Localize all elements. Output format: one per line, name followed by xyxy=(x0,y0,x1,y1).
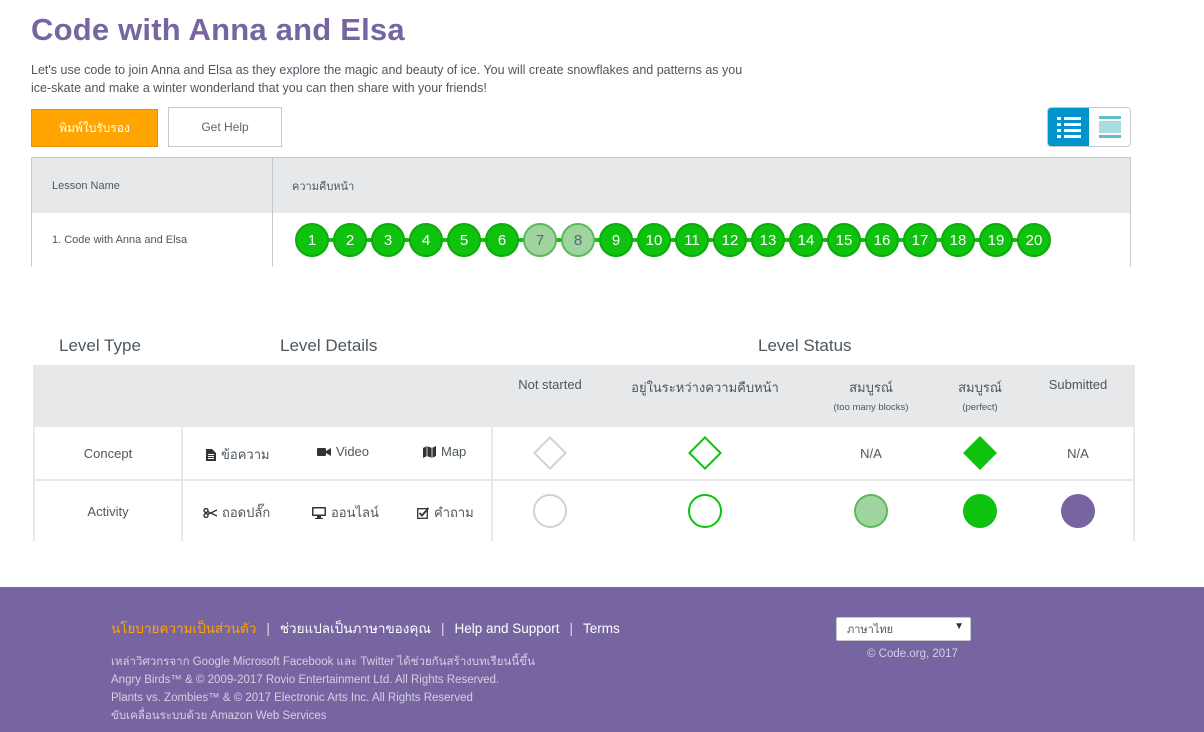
circle-in-progress-icon xyxy=(688,494,722,528)
get-help-button[interactable]: Get Help xyxy=(168,107,282,147)
status-not-started-header: Not started xyxy=(518,377,582,392)
level-bubble-11[interactable]: 11 xyxy=(675,223,709,257)
course-description: Let's use code to join Anna and Elsa as … xyxy=(31,63,743,95)
detail-view-icon xyxy=(1098,116,1121,138)
activity-label: Activity xyxy=(87,503,129,519)
status-in-progress-header: อยู่ในระหว่างความคืบหน้า xyxy=(631,380,779,395)
level-bubble-15[interactable]: 15 xyxy=(827,223,861,257)
legend-heading-details: Level Details xyxy=(280,336,378,355)
diamond-in-progress-icon xyxy=(688,436,722,470)
level-bubble-9[interactable]: 9 xyxy=(599,223,633,257)
level-bubble-8[interactable]: 8 xyxy=(561,223,595,257)
detail-text: ข้อความ xyxy=(206,444,270,465)
concept-label: Concept xyxy=(83,445,133,461)
map-icon xyxy=(423,445,436,458)
desktop-icon xyxy=(312,506,326,519)
lesson-row: 1. Code with Anna and Elsa 1 2 3 4 5 6 7 8 9 10 11… xyxy=(32,213,1130,267)
language-select[interactable]: ภาษาไทย ▼ xyxy=(836,617,971,641)
page-title: Code with Anna and Elsa xyxy=(31,12,405,47)
status-submitted-header: Submitted xyxy=(1048,377,1108,392)
detail-map: Map xyxy=(423,444,466,459)
diamond-not-started-icon xyxy=(533,436,567,470)
view-toggle xyxy=(1047,107,1131,147)
concept-in-progress xyxy=(607,427,803,479)
progress-table: Lesson Name ความคืบหน้า 1. Code with Ann… xyxy=(31,157,1131,267)
circle-too-many-icon xyxy=(854,494,888,528)
chevron-down-icon: ▼ xyxy=(954,621,964,632)
detail-view-button[interactable] xyxy=(1089,108,1130,146)
progress-header: ความคืบหน้า xyxy=(292,180,355,193)
circle-submitted-icon xyxy=(1061,494,1095,528)
level-bubble-19[interactable]: 19 xyxy=(979,223,1013,257)
lesson-name-header: Lesson Name xyxy=(32,158,273,213)
level-bubble-14[interactable]: 14 xyxy=(789,223,823,257)
legend-heading-status: Level Status xyxy=(758,336,852,355)
activity-in-progress xyxy=(607,481,803,541)
privacy-link[interactable]: นโยบายความเป็นส่วนตัว xyxy=(111,617,256,639)
translate-link[interactable]: ช่วยแปลเป็นภาษาของคุณ xyxy=(280,617,431,639)
footer: นโยบายความเป็นส่วนตัว | ช่วยแปลเป็นภาษาข… xyxy=(0,587,1204,732)
level-bubble-1[interactable]: 1 xyxy=(295,223,329,257)
level-bubble-4[interactable]: 4 xyxy=(409,223,443,257)
lesson-progress: 1 2 3 4 5 6 7 8 9 10 11 12 13 14 15 16 17 18 19 20 xyxy=(273,213,1130,267)
activity-not-started xyxy=(493,481,607,541)
level-bubble-18[interactable]: 18 xyxy=(941,223,975,257)
detail-online: ออนไลน์ xyxy=(312,502,379,523)
level-bubble-16[interactable]: 16 xyxy=(865,223,899,257)
concept-submitted: N/A xyxy=(1067,445,1089,461)
detail-video: Video xyxy=(317,444,369,459)
detail-unplugged: ถอดปลั๊ก xyxy=(203,502,270,523)
concept-too-many: N/A xyxy=(860,445,882,461)
help-support-link[interactable]: Help and Support xyxy=(454,621,559,636)
legend-table: Not started อยู่ในระหว่างความคืบหน้า สมบ… xyxy=(33,365,1135,541)
legend-heading-type: Level Type xyxy=(59,336,141,355)
circle-not-started-icon xyxy=(533,494,567,528)
concept-not-started xyxy=(493,427,607,479)
video-camera-icon xyxy=(317,447,331,456)
level-bubble-7[interactable]: 7 xyxy=(523,223,557,257)
document-icon xyxy=(206,448,216,461)
status-perfect-header: สมบูรณ์ (perfect) xyxy=(958,380,1002,413)
scissors-icon xyxy=(203,507,217,518)
legend-row-activity: Activity ถอดปลั๊ก ออนไลน์ คำถาม xyxy=(35,479,1133,541)
footer-links: นโยบายความเป็นส่วนตัว | ช่วยแปลเป็นภาษาข… xyxy=(111,617,620,639)
level-bubble-3[interactable]: 3 xyxy=(371,223,405,257)
circle-perfect-icon xyxy=(963,494,997,528)
legend-row-concept: Concept ข้อความ Video Map N/A N/A xyxy=(35,425,1133,479)
concept-perfect xyxy=(939,427,1021,479)
level-bubble-13[interactable]: 13 xyxy=(751,223,785,257)
level-bubble-6[interactable]: 6 xyxy=(485,223,519,257)
checkbox-icon xyxy=(417,506,429,519)
level-bubble-10[interactable]: 10 xyxy=(637,223,671,257)
detail-question: คำถาม xyxy=(417,502,474,523)
list-view-icon xyxy=(1056,117,1081,138)
copyright: © Code.org, 2017 xyxy=(867,648,958,660)
activity-submitted xyxy=(1021,481,1135,541)
level-bubble-12[interactable]: 12 xyxy=(713,223,747,257)
footer-credits: เหล่าวิศวกรจาก Google Microsoft Facebook… xyxy=(111,656,535,722)
level-bubble-17[interactable]: 17 xyxy=(903,223,937,257)
list-view-button[interactable] xyxy=(1048,108,1089,146)
terms-link[interactable]: Terms xyxy=(583,621,620,636)
activity-perfect xyxy=(939,481,1021,541)
level-bubble-2[interactable]: 2 xyxy=(333,223,367,257)
level-bubble-5[interactable]: 5 xyxy=(447,223,481,257)
activity-too-many xyxy=(803,481,939,541)
level-bubble-20[interactable]: 20 xyxy=(1017,223,1051,257)
diamond-perfect-icon xyxy=(963,436,997,470)
print-certificate-button[interactable]: พิมพ์ใบรับรอง xyxy=(31,109,158,147)
status-too-many-header: สมบูรณ์ (too many blocks) xyxy=(833,380,909,413)
progress-table-header: Lesson Name ความคืบหน้า xyxy=(32,158,1130,213)
legend-header-row: Not started อยู่ในระหว่างความคืบหน้า สมบ… xyxy=(35,367,1133,425)
lesson-name[interactable]: 1. Code with Anna and Elsa xyxy=(32,213,273,267)
